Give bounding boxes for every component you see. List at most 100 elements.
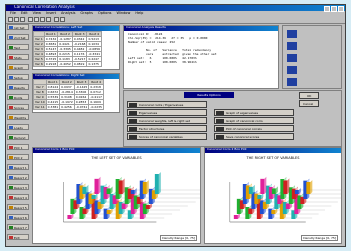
sidebar-item[interactable]: Exit [7,234,29,240]
sidebar-item-icon [9,66,13,69]
cancel-button[interactable]: Cancel [299,100,319,107]
print-icon[interactable] [28,17,33,22]
chart-bar [142,180,149,194]
table-cell[interactable]: -0.0856 [86,46,103,52]
table-cell[interactable]: 0.0819 [71,61,88,67]
table-row: Var 6 0.2918 -0.4052 0.0819 0.1375 [33,61,103,67]
table-cell[interactable]: -0.3395 [57,46,73,52]
table-cell[interactable]: -0.2168 [71,41,88,47]
sidebar-item[interactable]: Stats [7,54,29,60]
table-cell[interactable]: 0.1375 [86,61,103,67]
table-cell[interactable]: 0.4893 [43,51,59,57]
sidebar-item-icon [9,136,13,139]
table-cell[interactable]: -0.4052 [57,61,73,67]
results-option-button[interactable]: Eigenvalues [127,109,207,116]
sidebar-item[interactable]: Plot 2 [7,154,29,160]
sidebar-item[interactable]: Roots [7,94,29,100]
table-cell[interactable]: -0.2235 [88,104,104,110]
table-cell[interactable]: -0.0741 [73,104,90,110]
column-header[interactable]: Root 1 [43,31,59,37]
sidebar-item[interactable]: Redund [7,134,29,140]
sidebar-item[interactable]: Report 2 [7,174,29,180]
row-header[interactable]: Var 4 [33,51,45,57]
results-option-button[interactable]: Factor structures [127,125,207,132]
table-cell[interactable]: 0.2918 [43,61,59,67]
sidebar-item[interactable]: Scores [7,104,29,110]
sidebar-item[interactable]: Report 4 [7,194,29,200]
ok-button[interactable]: OK [299,92,319,99]
export-icon[interactable] [287,66,297,74]
copy-icon[interactable] [40,17,45,22]
table-cell[interactable]: 0.5147 [43,46,59,52]
table-cell[interactable]: -0.2814 [59,89,75,95]
table-icon[interactable] [287,42,297,50]
sidebar-item-icon [9,146,13,149]
results-option-button[interactable]: Save canonical scores [214,133,294,140]
print-icon[interactable] [287,78,297,86]
row-header[interactable]: Var 10 [33,99,47,105]
row-header[interactable]: Var 3 [33,46,45,52]
chart-icon[interactable] [287,30,297,38]
results-option-button[interactable]: Graph of canonical corrs [214,117,294,124]
sidebar-item[interactable]: Report 5 [7,204,29,210]
table-cell[interactable]: 0.3381 [45,104,61,110]
table-cell[interactable]: -0.5217 [71,56,88,62]
sidebar-item[interactable]: Loads [7,124,29,130]
paste-icon[interactable] [46,17,51,22]
table-cell[interactable]: -0.1972 [59,99,75,105]
sidebar-item-label: Report 2 [14,176,27,180]
cut-icon[interactable] [34,17,39,22]
results-option-button[interactable]: Scores of canonical variables [127,133,207,140]
sidebar-item-icon [9,96,13,99]
table-cell[interactable]: 0.6581 [43,41,59,47]
results-option-button[interactable]: Graph of eigenvalues [214,109,294,116]
sidebar-item-label: Report 7 [14,226,27,230]
sidebar-item[interactable]: Weights [7,114,29,120]
sidebar-item-label: 2nd Set [14,36,26,40]
table-cell[interactable]: 0.7432 [43,36,59,42]
sidebar-item[interactable]: Graph [7,64,29,70]
results-option-button[interactable]: Canonical roots / Eigenvalues [127,101,207,108]
row-header[interactable]: Var 1 [33,36,45,42]
table-cell[interactable]: 0.4215 [45,99,61,105]
row-header[interactable]: Var 5 [33,56,45,62]
sidebar-item[interactable]: 1st Set [7,24,29,30]
sidebar-item-label: Scores [14,106,24,110]
sidebar-item-icon [9,186,13,189]
sidebar-item[interactable]: Report 6 [7,214,29,220]
report-icon[interactable] [287,54,297,62]
stats-icon[interactable] [60,17,65,22]
sidebar-item[interactable]: Test [7,44,29,50]
results-option-button[interactable]: Plot of canonical correls [214,125,294,132]
sidebar-item-label: Setup [14,76,23,80]
sidebar-item[interactable]: Report 7 [7,224,29,230]
table-cell[interactable]: 0.8124 [45,84,61,90]
table-cell[interactable]: 0.3725 [43,56,59,62]
sidebar-item-label: Stats [14,56,22,60]
table-cell[interactable]: 0.5539 [45,94,61,100]
sidebar-item[interactable]: Report 3 [7,184,29,190]
open-icon[interactable] [14,17,19,22]
sidebar-item[interactable]: 2nd Set [7,34,29,40]
sidebar-item[interactable]: Report 1 [7,164,29,170]
save-icon[interactable] [20,17,25,22]
table-cell[interactable]: -0.3341 [86,51,103,57]
sidebar-item[interactable]: Results [7,84,29,90]
table-cell[interactable]: 0.4256 [59,104,75,110]
graph-icon[interactable] [54,17,59,22]
row-header[interactable]: Var 6 [33,61,45,67]
sidebar-item-icon [9,126,13,129]
table-cell[interactable]: -0.4117 [88,94,104,100]
column-header[interactable]: Root 1 [45,79,61,85]
sidebar-item[interactable]: Plot 1 [7,144,29,150]
table-cell[interactable]: -0.1287 [57,36,73,42]
sidebar-item[interactable]: Setup [7,74,29,80]
new-icon[interactable] [8,17,13,22]
table-cell[interactable]: -0.1425 [73,84,90,90]
results-option-label: Graph of canonical corrs [226,119,263,123]
left-chart-status: Density Range [0, 75] [160,235,197,241]
table-cell[interactable]: 0.6672 [45,89,61,95]
results-option-button[interactable]: Canonical weights, left & right set [127,117,207,124]
row-header[interactable]: Var 11 [33,104,47,110]
row-header[interactable]: Var 2 [33,41,45,47]
